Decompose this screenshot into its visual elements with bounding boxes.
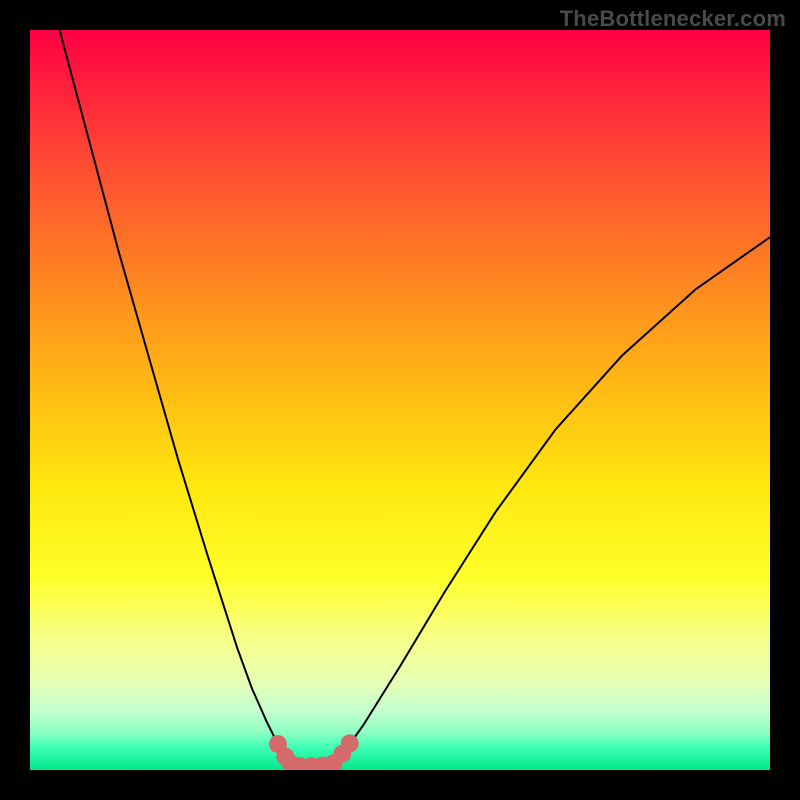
chart-root: TheBottlenecker.com [0,0,800,800]
heat-gradient-background [30,30,770,770]
watermark-text: TheBottlenecker.com [560,6,786,32]
